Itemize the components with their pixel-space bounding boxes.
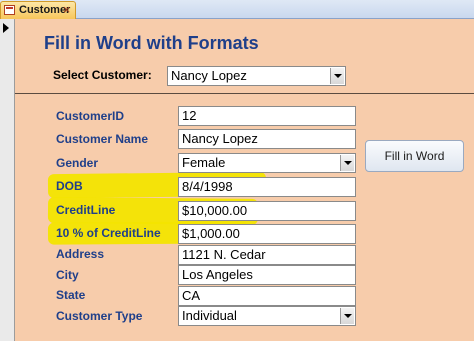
chevron-down-icon[interactable] — [340, 155, 354, 171]
address-label: Address — [56, 247, 105, 261]
pct-creditline-label: 10 % of CreditLine — [56, 226, 161, 240]
tab-customer[interactable]: Customer × — [0, 1, 76, 19]
customerid-label: CustomerID — [56, 109, 125, 123]
select-customer-value: Nancy Lopez — [171, 68, 247, 83]
select-customer-combo[interactable]: Nancy Lopez — [167, 66, 346, 86]
dob-value: 8/4/1998 — [182, 179, 233, 194]
gender-value: Female — [182, 155, 226, 170]
dob-label: DOB — [56, 179, 83, 193]
record-selector[interactable] — [0, 19, 15, 341]
form-icon — [4, 5, 15, 15]
close-icon[interactable]: × — [59, 3, 74, 17]
customer-name-value: Nancy Lopez — [182, 131, 258, 146]
pct-creditline-value: $1,000.00 — [182, 226, 240, 241]
customerid-value: 12 — [182, 108, 197, 123]
pct-creditline-field[interactable]: $1,000.00 — [178, 224, 356, 244]
section-divider — [15, 93, 474, 94]
state-value: CA — [182, 288, 201, 303]
creditline-value: $10,000.00 — [182, 203, 248, 218]
customer-name-label: Customer Name — [56, 132, 149, 146]
chevron-down-icon[interactable] — [330, 68, 344, 84]
city-field[interactable]: Los Angeles — [178, 265, 356, 285]
fill-in-word-button[interactable]: Fill in Word — [365, 140, 464, 172]
form-title: Fill in Word with Formats — [44, 33, 259, 53]
customer-type-combo[interactable]: Individual — [178, 306, 356, 326]
dob-field[interactable]: 8/4/1998 — [178, 177, 356, 197]
city-label: City — [56, 268, 79, 282]
document-tab-strip: Customer × — [0, 0, 474, 19]
state-field[interactable]: CA — [178, 286, 356, 306]
address-field[interactable]: 1121 N. Cedar — [178, 245, 356, 265]
creditline-field[interactable]: $10,000.00 — [178, 201, 356, 221]
address-value: 1121 N. Cedar — [182, 247, 266, 262]
customerid-field[interactable]: 12 — [178, 106, 356, 126]
customer-type-value: Individual — [182, 308, 237, 323]
gender-combo[interactable]: Female — [178, 153, 356, 173]
customer-name-field[interactable]: Nancy Lopez — [178, 129, 356, 149]
chevron-down-icon[interactable] — [340, 308, 354, 324]
creditline-label: CreditLine — [56, 203, 116, 217]
current-record-arrow-icon — [3, 23, 9, 33]
customer-type-label: Customer Type — [56, 309, 143, 323]
city-value: Los Angeles — [182, 267, 253, 282]
state-label: State — [56, 288, 86, 302]
gender-label: Gender — [56, 156, 99, 170]
select-customer-label: Select Customer: — [53, 68, 152, 82]
